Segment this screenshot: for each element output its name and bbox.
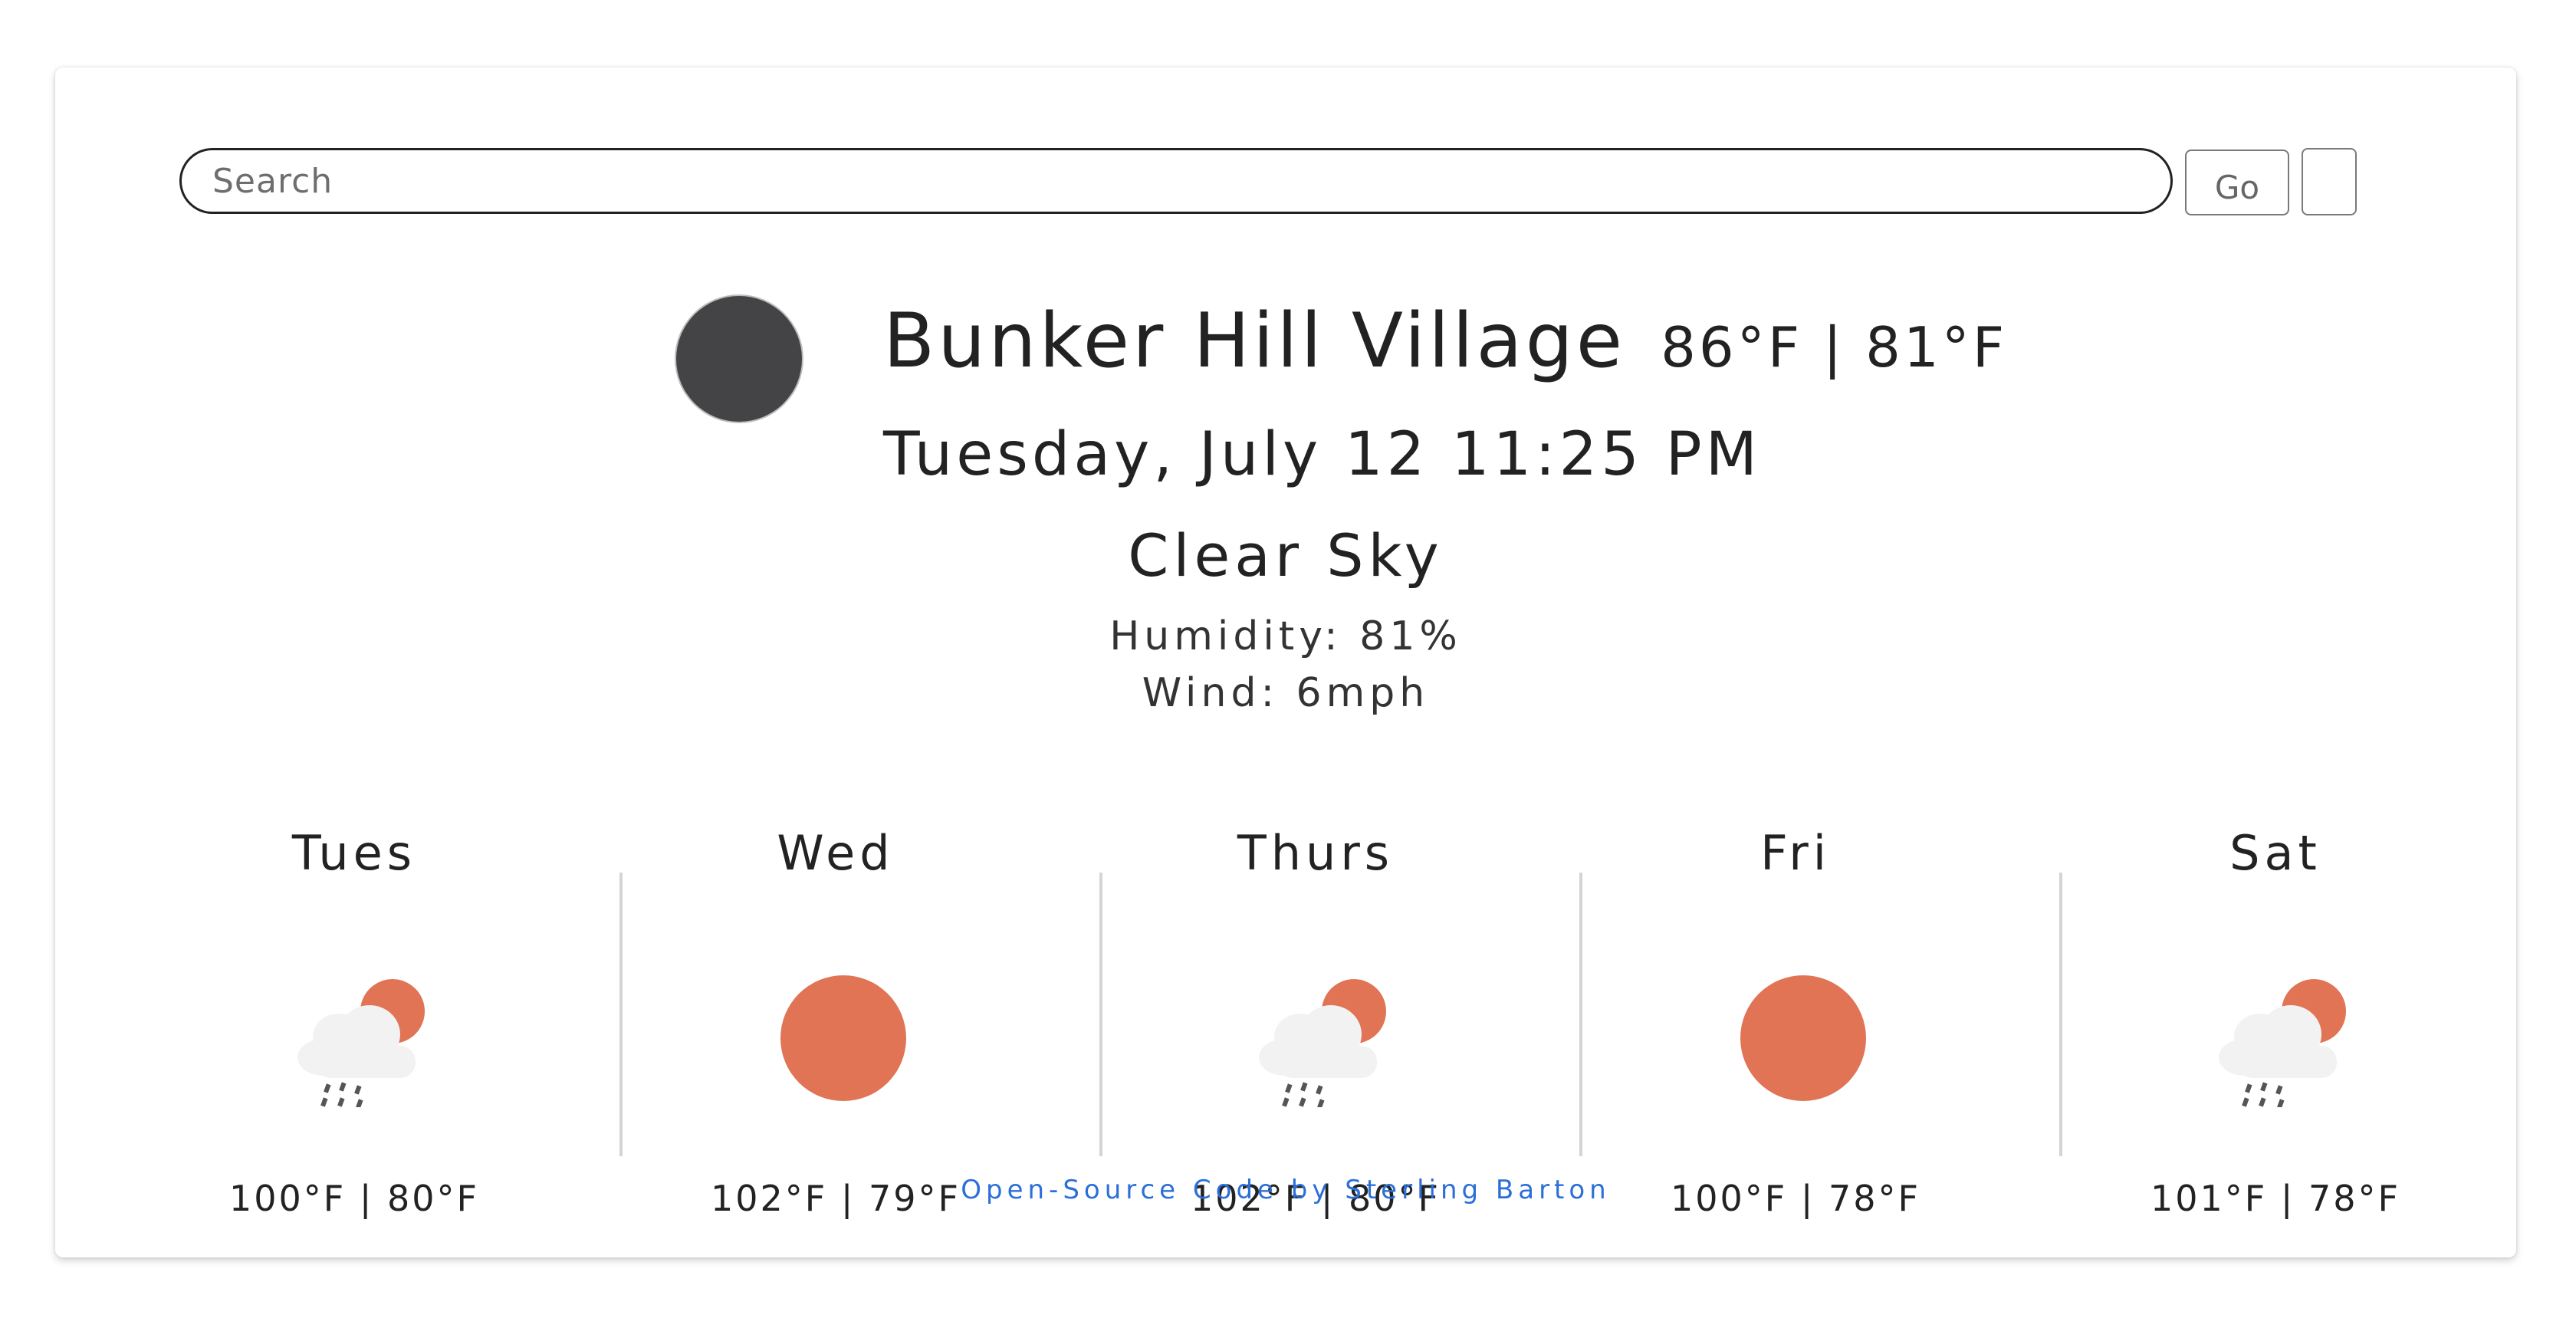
moon-icon (676, 296, 802, 422)
go-button[interactable]: Go (2185, 150, 2289, 215)
forecast-day-name: Sat (2229, 825, 2321, 881)
date-time: Tuesday, July 12 11:25 PM (883, 420, 1761, 489)
forecast-divider (619, 873, 623, 1156)
search-input[interactable] (179, 148, 2173, 214)
sun-icon (1740, 975, 1866, 1101)
rain-sun-cloud-icon (297, 979, 425, 1107)
rain-sun-cloud-icon (1259, 979, 1386, 1107)
source-code-link[interactable]: Open-Source Code by Sterling Barton (55, 1175, 2516, 1205)
weather-condition: Clear Sky (1128, 521, 1444, 590)
forecast-day-name: Thurs (1237, 825, 1395, 881)
forecast-divider (1579, 873, 1582, 1156)
forecast-day-name: Wed (777, 825, 895, 881)
forecast-day-name: Tues (291, 825, 417, 881)
forecast-divider (2059, 873, 2062, 1156)
city-header: Bunker Hill Village 86°F | 81°F (883, 297, 2007, 385)
humidity: Humidity: 81% (1109, 613, 1462, 659)
weather-card: Go Bunker Hill Village 86°F | 81°F Tuesda… (55, 67, 2516, 1257)
search-bar: Go (179, 148, 2423, 217)
forecast-divider (1099, 873, 1102, 1156)
location-button[interactable] (2302, 148, 2357, 215)
sun-icon (780, 975, 906, 1101)
current-temps: 86°F | 81°F (1661, 315, 2008, 380)
wind: Wind: 6mph (1142, 670, 1430, 716)
forecast-day-name: Fri (1760, 825, 1831, 881)
city-name: Bunker Hill Village (883, 297, 1626, 385)
rain-sun-cloud-icon (2219, 979, 2346, 1107)
